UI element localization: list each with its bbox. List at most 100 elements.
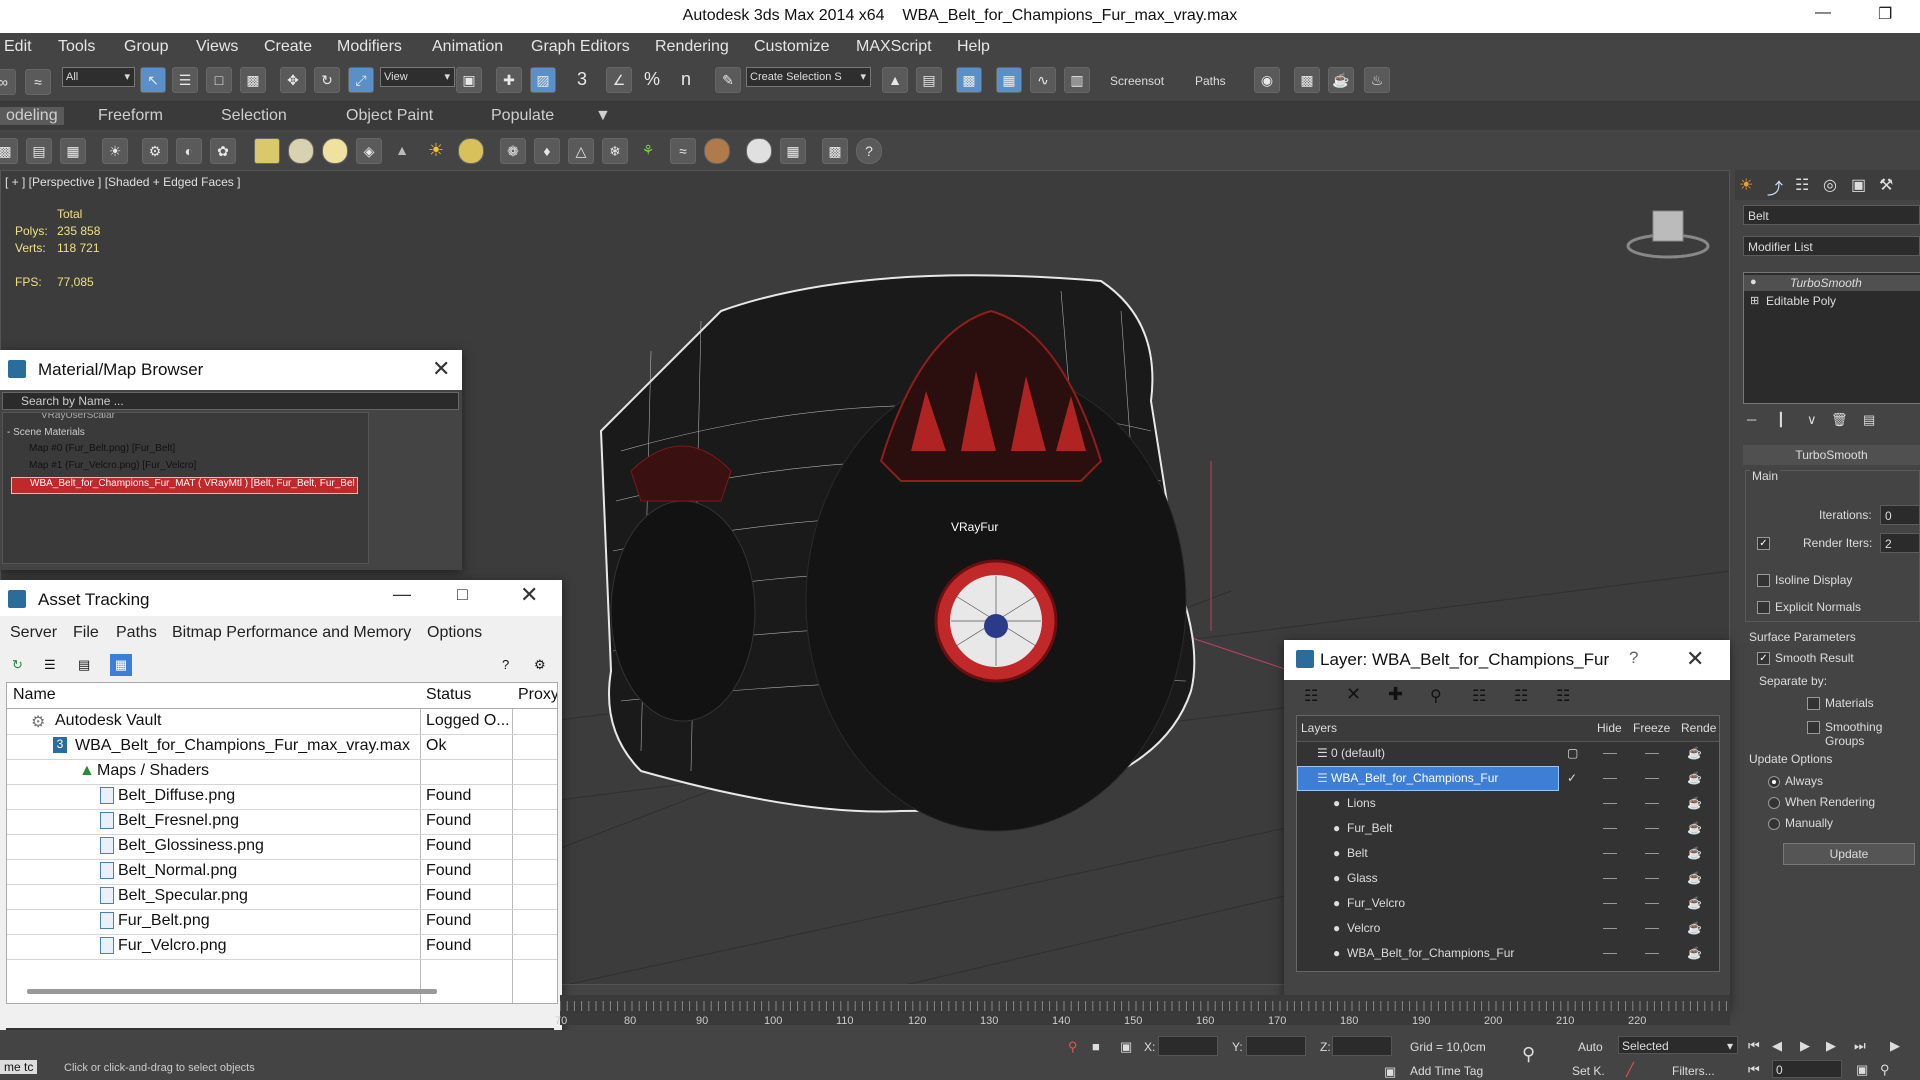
material-item[interactable]: Map #0 (Fur_Belt.png) [Fur_Belt] [11,443,356,458]
freeze-toggle[interactable] [1645,903,1659,904]
material-item[interactable]: Map #1 (Fur_Velcro.png) [Fur_Velcro] [11,460,356,475]
minimize-icon[interactable]: — [393,584,411,605]
menu-options[interactable]: Options [427,624,482,642]
schematic-view-icon[interactable]: ▥ [1064,67,1090,93]
table-row[interactable]: Fur_Belt.png Found [7,909,557,935]
vray-dome-light-icon[interactable] [288,138,314,164]
freeze-toggle[interactable] [1645,753,1659,754]
stack-item-turbosmooth[interactable]: ● TurboSmooth [1744,275,1920,291]
rect-selection-icon[interactable]: □ [206,67,232,93]
hide-toggle[interactable] [1603,903,1617,904]
modifier-list-dropdown[interactable]: Modifier List [1743,236,1920,256]
set-key-button[interactable]: Set K. [1572,1064,1605,1078]
vray-sphere-light-icon[interactable] [322,138,348,164]
material-search-input[interactable]: Search by Name ... [2,392,459,410]
menu-rendering[interactable]: Rendering [655,38,729,56]
help-button[interactable]: ? [1629,648,1638,668]
freeze-toggle[interactable] [1645,853,1659,854]
smooth-result-checkbox[interactable]: ✓ [1757,652,1770,665]
paths-button[interactable]: Paths [1195,74,1226,88]
timeline-ruler[interactable]: 70 80 90 100 110 120 130 140 150 160 170… [555,995,1730,1027]
go-to-end-icon[interactable]: ⏭ [1854,1038,1866,1054]
render-teapot-icon[interactable]: ☕ [1687,896,1702,910]
render-teapot-icon[interactable]: ☕ [1687,921,1702,935]
materials-checkbox[interactable] [1807,697,1820,710]
layer-object-row[interactable]: ● Glass ☕ [1297,866,1719,891]
menu-graph-editors[interactable]: Graph Editors [531,38,630,56]
close-icon[interactable]: ✕ [1686,646,1704,672]
column-layers[interactable]: Layers [1301,721,1337,735]
current-frame-field[interactable]: 0 [1772,1060,1842,1078]
auto-key-button[interactable]: Auto [1578,1040,1603,1054]
pin-stack-icon[interactable]: ─ [1747,412,1756,427]
highlight-layer-icon[interactable]: ☷ [1472,686,1486,706]
default-in-out-icon[interactable]: ╱ [1626,1062,1634,1078]
freeze-toggle[interactable] [1645,803,1659,804]
close-icon[interactable]: ✕ [520,582,538,608]
help-icon[interactable]: ? [502,657,509,672]
screensot-button[interactable]: Screensot [1110,74,1164,88]
filters-button[interactable]: Filters... [1672,1064,1715,1078]
vray-dome-icon[interactable]: ◐ [176,138,202,164]
freeze-toggle[interactable] [1645,928,1659,929]
material-editor-icon[interactable]: ◉ [1254,67,1280,93]
when-rendering-radio[interactable] [1768,797,1780,809]
hide-toggle[interactable] [1603,928,1617,929]
manually-radio[interactable] [1768,818,1780,830]
graphite-toggle-icon[interactable]: ▦ [996,67,1022,93]
material-list[interactable]: VRayUserScalar - Scene Materials Map #0 … [2,412,369,564]
hide-toggle[interactable] [1603,753,1617,754]
viewcube-icon[interactable] [1652,210,1684,242]
tab-selection[interactable]: Selection [221,107,287,125]
absolute-mode-icon[interactable]: ▣ [1120,1039,1132,1055]
table-row[interactable]: ▲ Maps / Shaders [7,759,557,785]
create-layer-icon[interactable]: ☷ [1304,686,1318,706]
vray-material-ball-icon[interactable] [746,138,772,164]
grid-icon[interactable]: ▦ [60,138,86,164]
light-lister-icon[interactable]: ☀ [102,138,128,164]
light-bulb-icon[interactable]: ● [1750,276,1757,288]
menu-customize[interactable]: Customize [754,38,830,56]
hide-toggle[interactable] [1603,878,1617,879]
hide-toggle[interactable] [1603,828,1617,829]
column-render[interactable]: Rende [1681,721,1716,735]
modify-tab-icon[interactable]: ⤴ [1767,175,1783,199]
menu-bitmap-performance[interactable]: Bitmap Performance and Memory [172,624,411,642]
mirror-icon[interactable]: ▲ [882,67,908,93]
named-selection-dropdown[interactable]: Create Selection S ▾ [746,67,871,87]
percent-snap-icon[interactable]: % [640,67,664,91]
add-to-layer-icon[interactable]: ✚ [1388,684,1403,705]
material-browser-titlebar[interactable]: Material/Map Browser ✕ [0,350,462,390]
column-hide[interactable]: Hide [1597,721,1622,735]
layer-manager-icon[interactable]: ▩ [956,67,982,93]
menu-group[interactable]: Group [124,38,168,56]
menu-modifiers[interactable]: Modifiers [337,38,402,56]
hierarchy-tab-icon[interactable]: ☷ [1795,175,1809,195]
layer-object-row[interactable]: ● WBA_Belt_for_Champions_Fur ☕ [1297,941,1719,966]
select-object-icon[interactable]: ↖ [140,67,166,93]
keyboard-shortcut-icon[interactable]: ▨ [530,67,556,93]
reference-coord-dropdown[interactable]: View ▾ [380,67,455,87]
scene-explorer-icon[interactable]: ▩ [0,138,18,164]
render-teapot-icon[interactable]: ☕ [1687,796,1702,810]
show-end-result-icon[interactable]: ┃ [1777,412,1785,428]
table-row[interactable]: 3 WBA_Belt_for_Champions_Fur_max_vray.ma… [7,734,557,760]
isoline-display-checkbox[interactable] [1757,574,1770,587]
vray-snow-icon[interactable]: ❄ [602,138,628,164]
table-row[interactable]: Belt_Normal.png Found [7,859,557,885]
layer-row-active[interactable]: ☰ WBA_Belt_for_Champions_Fur ✓ ☕ [1297,766,1719,791]
smoothing-groups-checkbox[interactable] [1807,721,1820,734]
configure-modifier-icon[interactable]: ▤ [1863,412,1875,428]
lock-icon[interactable]: ■ [1092,1039,1100,1054]
render-iters-checkbox[interactable]: ✓ [1757,537,1770,550]
add-time-tag-button[interactable]: Add Time Tag [1410,1064,1483,1078]
scene-materials-group[interactable]: - Scene Materials [7,427,85,438]
spinner-snap-icon[interactable]: n [674,67,698,91]
menu-maxscript[interactable]: MAXScript [856,38,932,56]
menu-server[interactable]: Server [10,624,57,642]
layer-object-row[interactable]: ● Lions ☕ [1297,791,1719,816]
explicit-normals-checkbox[interactable] [1757,601,1770,614]
layer-object-row[interactable]: ● Belt ☕ [1297,841,1719,866]
menu-animation[interactable]: Animation [432,38,503,56]
vray-plane-light-icon[interactable] [254,138,280,164]
